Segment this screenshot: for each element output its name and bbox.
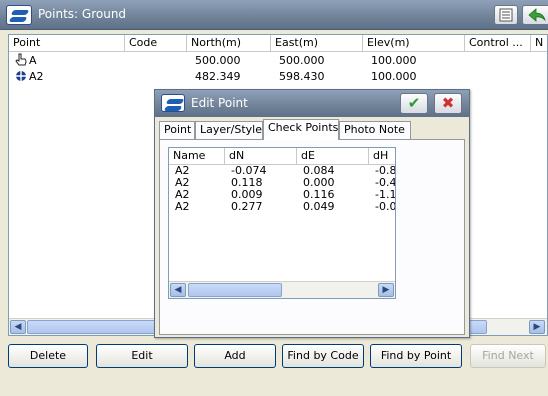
tab-photo-note[interactable]: Photo Note [339, 121, 411, 139]
scroll-thumb[interactable] [188, 283, 282, 297]
column-header-north[interactable]: North(m) [187, 35, 271, 52]
tab-layer-style[interactable]: Layer/Style [195, 121, 263, 139]
column-header-control[interactable]: Control ... [465, 35, 531, 52]
cancel-button[interactable]: ✖ [434, 93, 462, 114]
column-header-n[interactable]: N [531, 35, 547, 52]
list-item[interactable]: A2 -0.074 0.084 -0.8 [169, 165, 395, 177]
ok-button[interactable]: ✔ [400, 93, 428, 114]
point-code [125, 53, 129, 69]
app-logo-icon [161, 94, 185, 112]
point-elev: 100.000 [371, 70, 417, 83]
list-item[interactable]: A2 0.118 0.000 -0.4 [169, 177, 395, 189]
point-north: 500.000 [195, 54, 241, 67]
list-item[interactable]: A2 0.277 0.049 -0.0 [169, 201, 395, 213]
title-bar: Points: Ground [0, 0, 548, 30]
add-button[interactable]: Add [194, 344, 276, 368]
column-header-dh[interactable]: dH [369, 148, 395, 165]
table-header: Name dN dE dH [169, 148, 395, 165]
point-elev: 100.000 [371, 54, 417, 67]
edit-button[interactable]: Edit [96, 344, 188, 368]
point-code [125, 69, 129, 85]
column-header-dn[interactable]: dN [225, 148, 297, 165]
back-button[interactable] [522, 5, 548, 25]
column-header-name[interactable]: Name [169, 148, 225, 165]
checkmark-icon: ✔ [407, 94, 421, 112]
scroll-left-icon[interactable]: ◀ [170, 283, 186, 297]
table-row[interactable]: A2 482.349 598.430 100.000 [9, 69, 547, 85]
column-header-point[interactable]: Point [9, 35, 125, 52]
scroll-right-icon[interactable]: ▶ [378, 283, 394, 297]
table-row[interactable]: A 500.000 500.000 100.000 [9, 53, 547, 69]
scroll-thumb-right[interactable] [469, 320, 487, 334]
cp-name: A2 [175, 200, 190, 213]
find-by-code-button[interactable]: Find by Code [282, 344, 364, 368]
back-arrow-icon [528, 8, 546, 22]
column-header-east[interactable]: East(m) [271, 35, 363, 52]
app-logo-icon [6, 5, 32, 25]
horizontal-scrollbar[interactable]: ◀ ▶ [169, 281, 395, 298]
tab-point[interactable]: Point [159, 121, 195, 139]
list-view-icon [499, 8, 513, 22]
list-view-button[interactable] [494, 5, 518, 25]
dialog-title-bar: Edit Point ✔ ✖ [155, 90, 469, 117]
point-name: A [29, 54, 37, 67]
column-header-de[interactable]: dE [297, 148, 369, 165]
dialog-title: Edit Point [191, 96, 248, 110]
scroll-thumb[interactable] [27, 320, 157, 334]
point-name: A2 [29, 70, 44, 83]
list-item[interactable]: A2 0.009 0.116 -1.1 [169, 189, 395, 201]
close-icon: ✖ [441, 94, 455, 112]
table-header: Point Code North(m) East(m) Elev(m) Cont… [9, 35, 547, 52]
point-north: 482.349 [195, 70, 241, 83]
tab-check-points[interactable]: Check Points [263, 119, 339, 140]
find-by-point-button[interactable]: Find by Point [370, 344, 462, 368]
cp-dn: 0.277 [231, 200, 263, 213]
edit-point-dialog: Edit Point ✔ ✖ Point Layer/Style Check P… [154, 89, 470, 338]
point-east: 500.000 [279, 54, 325, 67]
column-header-elev[interactable]: Elev(m) [363, 35, 465, 52]
cp-dh: -0.0 [375, 200, 396, 213]
cp-de: 0.049 [303, 200, 335, 213]
point-east: 598.430 [279, 70, 325, 83]
find-next-button[interactable]: Find Next [470, 344, 546, 368]
check-points-table: Name dN dE dH A2 -0.074 0.084 -0.8 A2 0.… [168, 147, 396, 299]
scroll-left-icon[interactable]: ◀ [10, 320, 26, 334]
check-points-panel: Name dN dE dH A2 -0.074 0.084 -0.8 A2 0.… [159, 139, 465, 335]
delete-button[interactable]: Delete [8, 344, 88, 368]
window-title: Points: Ground [38, 7, 127, 21]
scroll-right-icon[interactable]: ▶ [529, 320, 545, 334]
column-header-code[interactable]: Code [125, 35, 187, 52]
